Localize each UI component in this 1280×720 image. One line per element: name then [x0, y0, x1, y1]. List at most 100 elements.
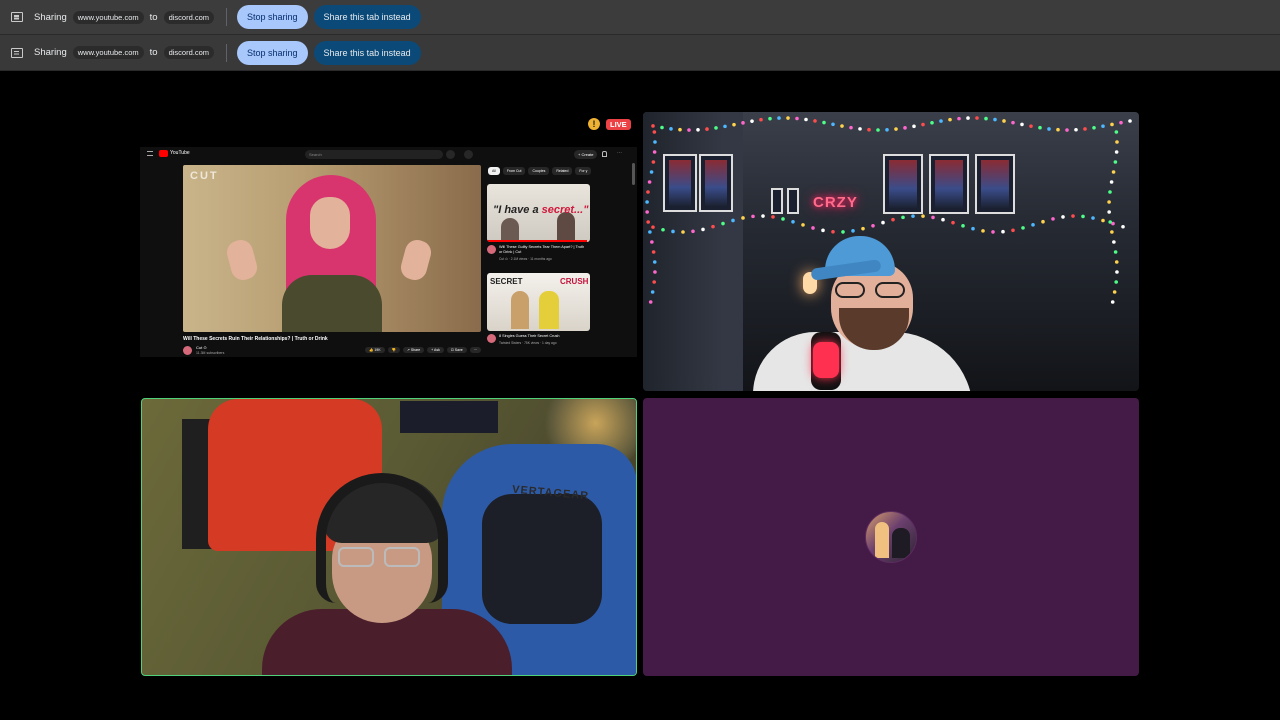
light-bulb	[984, 116, 988, 121]
light-bulb	[1001, 229, 1005, 234]
target-site-chip: discord.com	[163, 46, 214, 59]
light-bulb	[671, 229, 675, 234]
light-bulb	[881, 220, 885, 225]
user-avatar	[865, 511, 917, 563]
participant-video-tile[interactable]: CRZY	[643, 112, 1139, 391]
light-bulb	[831, 122, 835, 127]
source-site-chip: www.youtube.com	[72, 10, 144, 24]
light-bulb	[701, 227, 705, 232]
channel-avatar	[487, 334, 496, 343]
video-host	[268, 175, 398, 332]
light-bulb	[761, 214, 765, 218]
light-bulb	[1108, 220, 1112, 224]
light-bulb	[1113, 160, 1118, 164]
light-bulb	[822, 120, 826, 125]
light-bulb	[939, 119, 943, 123]
light-bulb	[975, 116, 979, 120]
to-label: to	[149, 47, 158, 58]
light-bulb	[876, 128, 880, 132]
light-bulb	[691, 229, 695, 234]
light-bulb	[1101, 218, 1105, 223]
light-bulb	[696, 127, 700, 132]
subscriber-count: 11.3M subscribers	[196, 351, 225, 355]
light-bulb	[647, 180, 652, 184]
light-bulb	[912, 124, 916, 129]
light-bulb	[777, 116, 781, 120]
like-button: 👍 19K	[365, 347, 385, 353]
light-bulb	[651, 160, 656, 164]
light-bulb	[801, 223, 805, 227]
wall-poster	[975, 154, 1015, 214]
light-bulb	[649, 170, 654, 174]
stop-sharing-button[interactable]: Stop sharing	[237, 5, 308, 29]
light-bulb	[651, 250, 656, 254]
light-bulb	[811, 226, 815, 230]
stop-sharing-button[interactable]: Stop sharing	[237, 40, 308, 65]
light-bulb	[804, 117, 808, 122]
related-video-meta: Twisted Sisters · 75K views · 1 day ago	[499, 341, 557, 345]
light-bulb	[1038, 125, 1042, 130]
light-bulb	[948, 117, 952, 122]
light-bulb	[669, 127, 673, 131]
mic-icon	[464, 150, 473, 159]
related-video-thumbnail: SECRET CRUSH	[487, 273, 590, 331]
light-bulb	[786, 116, 790, 120]
wall-poster	[400, 401, 498, 433]
youtube-page: YouTube Search + Create ⋯ CUT Will These…	[140, 147, 637, 357]
light-bulb	[930, 120, 934, 125]
light-bulb	[957, 116, 961, 121]
divider	[226, 43, 227, 62]
light-bulb	[821, 228, 825, 233]
light-bulb	[1081, 214, 1085, 219]
light-bulb	[1109, 180, 1114, 184]
light-bulb	[651, 124, 655, 128]
light-bulb	[1114, 130, 1119, 134]
divider	[226, 8, 227, 26]
light-bulb	[885, 127, 889, 132]
chip: From Cut	[502, 167, 526, 175]
light-bulb	[1107, 200, 1111, 204]
light-bulb	[1031, 223, 1035, 227]
light-bulb	[851, 229, 855, 233]
light-bulb	[841, 230, 845, 234]
light-bulb	[651, 225, 655, 229]
share-this-tab-button[interactable]: Share this tab instead	[313, 40, 421, 65]
light-bulb	[1110, 300, 1115, 304]
participant-avatar-tile[interactable]	[643, 398, 1139, 676]
wall-poster	[883, 154, 923, 214]
screen-share-tile[interactable]: YouTube Search + Create ⋯ CUT Will These…	[140, 112, 637, 391]
share-this-tab-button[interactable]: Share this tab instead	[313, 5, 421, 29]
filter-chips: All From Cut Couples Related For y	[488, 167, 592, 175]
video-title: Will These Secrets Ruin Their Relationsh…	[183, 336, 328, 342]
light-bulb	[648, 230, 652, 234]
light-bulb	[1051, 217, 1055, 221]
participant-video-tile-speaking[interactable]: VERTAGEAR	[141, 398, 637, 676]
chip: Couples	[528, 167, 550, 175]
light-bulb	[768, 116, 772, 121]
hand	[224, 237, 260, 283]
light-bulb	[678, 127, 682, 132]
light-bulb	[891, 217, 895, 222]
light-bulb	[849, 125, 853, 130]
light-bulb	[653, 140, 657, 144]
target-site-chip: discord.com	[163, 10, 214, 24]
thumbnail-text: "I have a secret..."	[493, 204, 589, 216]
to-label: to	[149, 11, 158, 23]
light-bulb	[911, 214, 915, 218]
chair-back	[482, 494, 602, 624]
light-bulb	[705, 127, 709, 131]
light-bulb	[652, 260, 657, 264]
warning-icon[interactable]: !	[588, 118, 600, 130]
light-bulb	[894, 127, 898, 131]
light-bulb	[771, 215, 775, 219]
channel-avatar	[487, 245, 496, 254]
search-icon	[446, 150, 455, 159]
light-bulb	[1119, 120, 1123, 125]
light-bulb	[981, 229, 985, 233]
light-bulb	[1108, 190, 1112, 194]
watch-progress-bar	[487, 240, 587, 242]
youtube-search-input: Search	[305, 150, 443, 159]
dislike-button: 👎	[387, 347, 400, 353]
menu-icon	[147, 151, 153, 156]
light-bulb	[1107, 210, 1111, 214]
